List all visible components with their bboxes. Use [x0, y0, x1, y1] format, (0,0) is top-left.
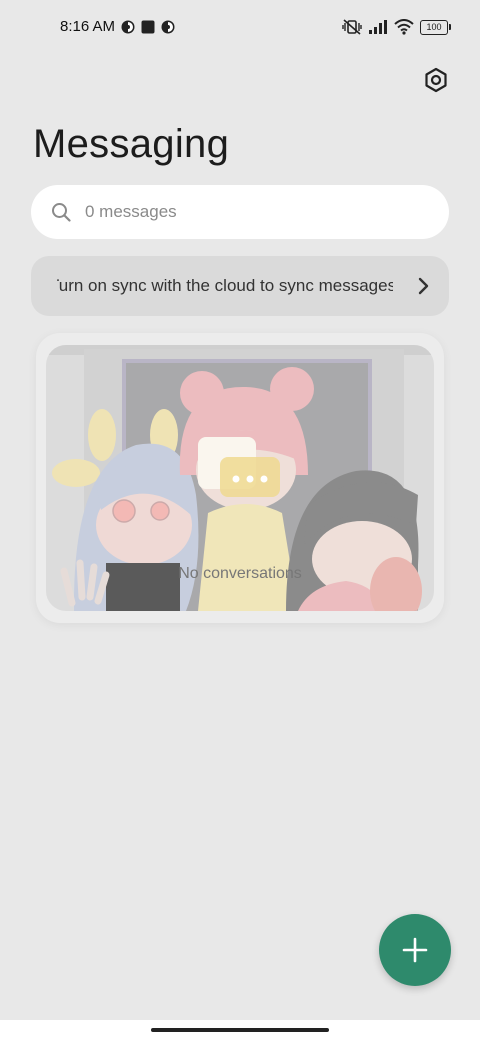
chevron-right-icon	[417, 277, 429, 295]
signal-icon	[368, 19, 388, 35]
page-title: Messaging	[33, 122, 230, 166]
status-left: 8:16 AM	[60, 18, 175, 35]
gear-icon	[425, 67, 447, 93]
app-notification-icon	[121, 20, 135, 34]
square-notification-icon	[141, 20, 155, 34]
search-icon	[52, 203, 71, 222]
search-bar[interactable]	[31, 185, 449, 239]
status-time: 8:16 AM	[60, 18, 116, 35]
home-indicator[interactable]	[151, 1028, 329, 1032]
vibrate-off-icon	[342, 18, 362, 36]
app-notification-icon-2	[161, 20, 175, 34]
empty-state-card: No conversations	[36, 333, 444, 623]
wifi-icon	[394, 19, 414, 35]
settings-button[interactable]	[420, 64, 452, 96]
plus-icon	[402, 937, 428, 963]
status-right: 100	[342, 18, 451, 36]
status-bar: 8:16 AM 100	[0, 0, 480, 56]
navigation-bar	[0, 1020, 480, 1040]
new-message-button[interactable]	[379, 914, 451, 986]
sync-banner[interactable]: Turn on sync with the cloud to sync mess…	[31, 256, 449, 316]
search-input[interactable]	[83, 201, 387, 223]
battery-icon: 100	[420, 19, 451, 35]
sync-banner-text: Turn on sync with the cloud to sync mess…	[57, 276, 393, 295]
empty-state-text: No conversations	[178, 565, 302, 582]
